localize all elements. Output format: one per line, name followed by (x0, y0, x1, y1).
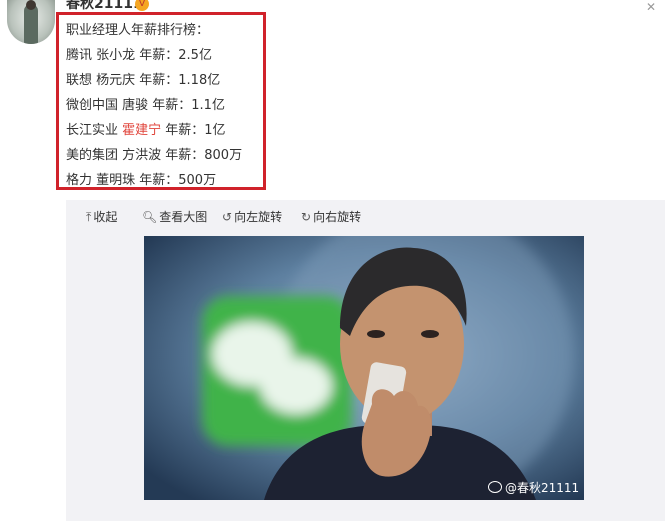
rotate-left-icon: ↺ (222, 210, 233, 224)
post-title: 职业经理人年薪排行榜： (66, 23, 210, 38)
avatar[interactable] (7, 0, 55, 44)
vip-badge-icon: V (135, 0, 149, 11)
rotate-right-icon: ↻ (301, 210, 312, 224)
view-large-label: 查看大图 (159, 210, 208, 224)
post-image[interactable] (144, 236, 584, 500)
post-line: 美的集团 方洪波 年薪：800万 (66, 148, 243, 163)
watermark-text: @春秋21111 (505, 481, 580, 495)
search-icon: 🔍︎ (142, 210, 158, 224)
collapse-label: 收起 (93, 210, 118, 224)
rotate-right-label: 向右旋转 (313, 210, 362, 224)
rotate-left-button[interactable]: ↺ 向左旋转 (222, 207, 282, 227)
post-line: 微创中国 唐骏 年薪：1.1亿 (66, 98, 225, 113)
post-line-prefix: 长江实业 (66, 123, 123, 138)
post-line: 联想 杨元庆 年薪：1.18亿 (66, 73, 221, 88)
collapse-button[interactable]: ⤒ 收起 (86, 207, 117, 227)
view-large-button[interactable]: 🔍︎ 查看大图 (142, 207, 207, 227)
avatar-head (26, 0, 36, 10)
post-line: 腾讯 张小龙 年薪：2.5亿 (66, 48, 212, 63)
rotate-right-button[interactable]: ↻ 向右旋转 (301, 207, 361, 227)
highlighted-name-link[interactable]: 霍建宁 (122, 123, 161, 138)
photo-illustration (144, 236, 584, 500)
post-line: 格力 董明珠 年薪：500万 (66, 173, 217, 188)
post-line-suffix: 年薪：1亿 (161, 123, 226, 138)
weibo-icon (488, 481, 502, 493)
collapse-icon: ⤒ (86, 210, 92, 224)
close-icon[interactable]: ✕ (646, 0, 656, 14)
image-watermark: @春秋21111 (488, 480, 579, 496)
avatar-figure (24, 4, 38, 44)
rotate-left-label: 向左旋转 (234, 210, 283, 224)
wechat-logo-icon (202, 296, 352, 446)
post-line: 长江实业 霍建宁 年薪：1亿 (66, 120, 226, 142)
username[interactable]: 春秋21111 (66, 0, 143, 12)
